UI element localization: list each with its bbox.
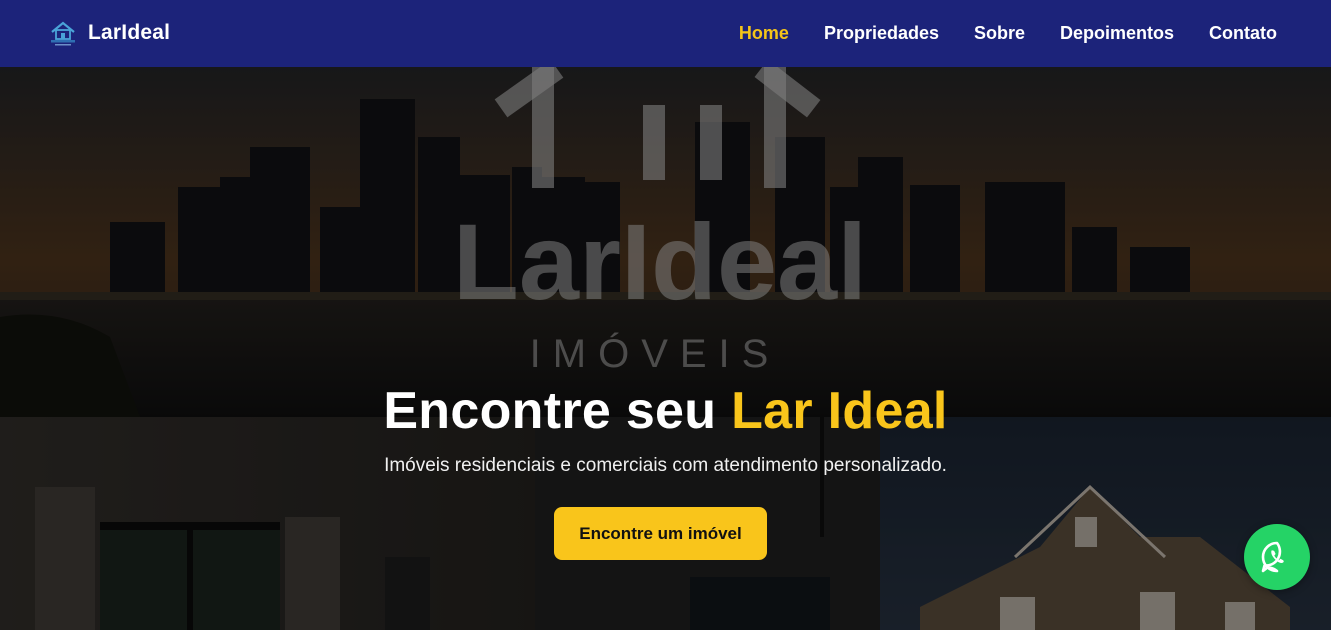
- nav-item-contato[interactable]: Contato: [1209, 23, 1277, 44]
- hero-subtitle: Imóveis residenciais e comerciais com at…: [384, 455, 947, 476]
- find-property-button[interactable]: Encontre um imóvel: [554, 507, 767, 560]
- hero-section: LarIdeal IMÓVEIS Encontre seu Lar Ideal …: [0, 67, 1331, 630]
- brand-name: LarIdeal: [88, 21, 171, 44]
- hero-title-highlight: Lar Ideal: [731, 382, 948, 440]
- nav-item-home[interactable]: Home: [739, 23, 789, 44]
- nav-item-sobre[interactable]: Sobre: [974, 23, 1025, 44]
- navbar: LarIdeal Home Propriedades Sobre Depoime…: [0, 0, 1331, 67]
- hero-title-main: Encontre seu: [383, 382, 732, 440]
- nav-item-propriedades[interactable]: Propriedades: [824, 23, 939, 44]
- whatsapp-button[interactable]: [1244, 524, 1310, 590]
- watermark-title: LarIdeal: [453, 201, 867, 322]
- hero-title: Encontre seu Lar Ideal: [0, 381, 1331, 441]
- brand[interactable]: LarIdeal: [48, 19, 170, 47]
- house-logo-icon: [51, 21, 75, 46]
- whatsapp-icon: [1261, 541, 1284, 573]
- watermark-subtitle: IMÓVEIS: [530, 331, 781, 376]
- nav-item-depoimentos[interactable]: Depoimentos: [1060, 23, 1174, 44]
- main-nav: Home Propriedades Sobre Depoimentos Cont…: [704, 0, 1277, 67]
